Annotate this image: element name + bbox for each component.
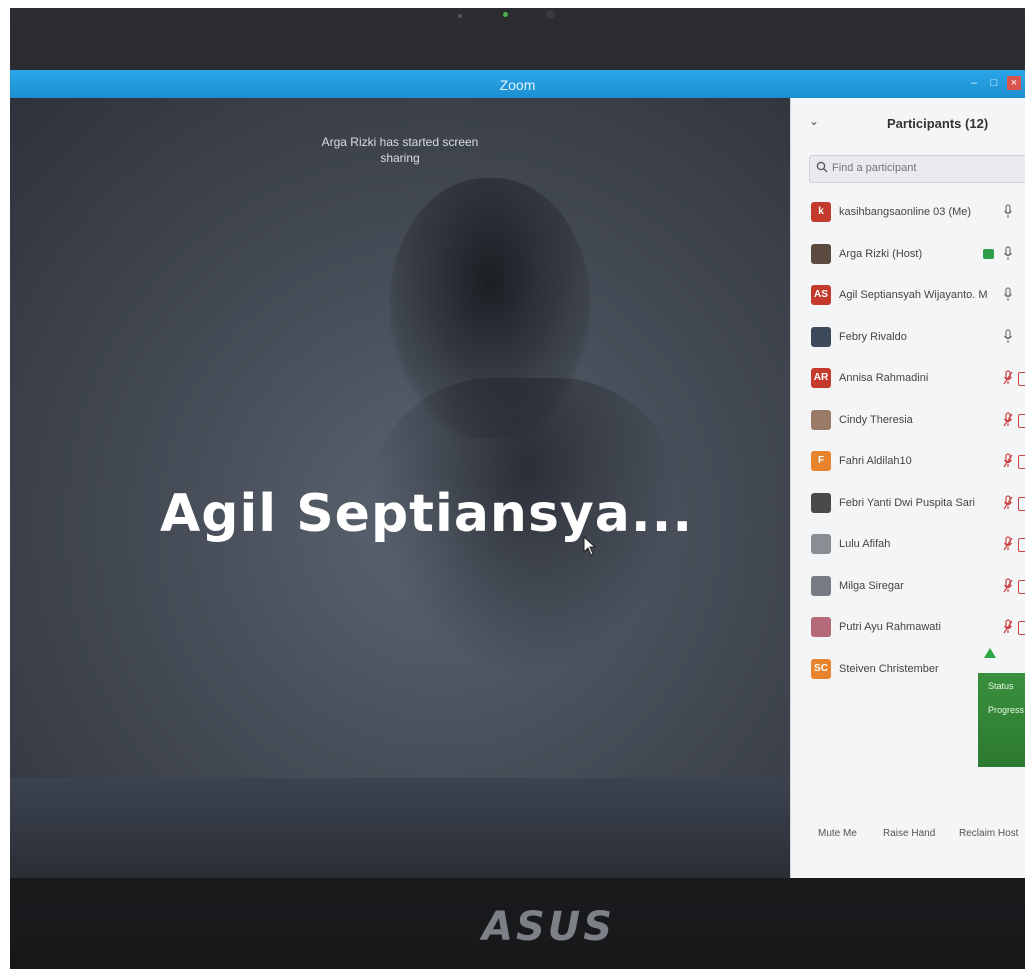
mic-icon[interactable]: [1003, 204, 1013, 220]
participant-row[interactable]: k kasihbangsaonline 03 (Me): [791, 193, 1025, 235]
participant-name: kasihbangsaonline 03 (Me): [839, 206, 972, 218]
video-off-icon[interactable]: [1018, 538, 1025, 552]
participant-row[interactable]: F Fahri Aldilah10: [791, 442, 1025, 484]
webcam-lens: [546, 10, 555, 19]
participant-avatar-photo: [811, 617, 831, 637]
video-off-icon[interactable]: [1018, 579, 1025, 594]
mic-icon[interactable]: [1003, 245, 1013, 262]
window-titlebar: Zoom – □ ×: [10, 70, 1025, 98]
participant-avatar-photo: [811, 492, 831, 513]
participants-header: ⌄ Participants (12): [791, 98, 1025, 146]
laptop-brand-logo: ASUS: [482, 904, 616, 950]
participant-avatar: SC: [811, 658, 831, 679]
participant-avatar-photo: [811, 534, 831, 554]
participant-row[interactable]: Febry Rivaldo: [791, 318, 1025, 360]
active-speaker-name: Agil Septiansya...: [160, 484, 694, 544]
participant-name: Febry Rivaldo: [839, 330, 907, 343]
participant-name: Febri Yanti Dwi Puspita Sari: [839, 496, 975, 509]
participant-name: Agil Septiansyah Wijayanto. M: [839, 289, 988, 301]
participant-avatar-photo: [811, 243, 831, 264]
mic-muted-icon[interactable]: [1003, 619, 1013, 635]
screen-share-view[interactable]: Arga Rizki has started screen sharing Ag…: [10, 98, 790, 878]
screen-share-icon: [983, 248, 994, 259]
mouse-cursor-icon: [583, 536, 597, 556]
participant-avatar: F: [811, 451, 831, 471]
mic-muted-icon[interactable]: [1003, 494, 1013, 511]
participant-row[interactable]: Cindy Theresia: [791, 401, 1025, 443]
raise-hand-button[interactable]: Raise Hand: [883, 828, 935, 839]
participant-row[interactable]: Milga Siregar: [791, 567, 1025, 609]
participant-name: Arga Rizki (Host): [839, 247, 923, 260]
participant-row[interactable]: Arga Rizki (Host): [791, 235, 1025, 277]
participant-list: k kasihbangsaonline 03 (Me) Arga Rizki (Ho…: [791, 193, 1025, 691]
mute-me-button[interactable]: Mute Me: [818, 828, 857, 839]
participant-search[interactable]: [809, 155, 1025, 183]
participant-name: Steiven Christember: [839, 662, 939, 675]
participant-row[interactable]: AR Annisa Rahmadini: [791, 359, 1025, 401]
participant-name: Milga Siregar: [839, 579, 904, 592]
webcam-sensor: [458, 14, 462, 18]
mic-muted-icon[interactable]: [1003, 453, 1013, 469]
participants-title: Participants (12): [887, 116, 989, 131]
progress-label: Progress: [988, 705, 1025, 715]
participant-name: Lulu Afifah: [839, 538, 891, 550]
status-label: Status: [988, 681, 1014, 691]
participant-avatar-photo: [811, 326, 831, 347]
video-off-icon[interactable]: [1018, 455, 1025, 469]
participant-row[interactable]: Putri Ayu Rahmawati: [791, 608, 1025, 650]
window-controls: – □ ×: [967, 76, 1021, 90]
participant-avatar-photo: [811, 409, 831, 430]
window-title: Zoom: [499, 77, 536, 93]
share-view-lower-band: [10, 778, 790, 878]
close-icon[interactable]: ×: [1007, 76, 1021, 90]
minimize-icon[interactable]: –: [967, 76, 981, 90]
participant-avatar-photo: [811, 575, 831, 596]
status-progress-tile[interactable]: Status Progress: [978, 673, 1025, 767]
participant-avatar: k: [811, 202, 831, 222]
status-arrow-icon: [984, 648, 996, 658]
video-off-icon[interactable]: [1018, 372, 1025, 386]
video-off-icon[interactable]: [1018, 413, 1025, 428]
participant-name: Fahri Aldilah10: [839, 455, 912, 467]
participant-row[interactable]: Lulu Afifah: [791, 525, 1025, 567]
share-started-notice: Arga Rizki has started screen sharing: [321, 135, 479, 165]
mic-icon[interactable]: [1003, 287, 1013, 303]
search-icon: [816, 161, 828, 173]
participant-avatar: AS: [811, 285, 831, 305]
participant-row[interactable]: AS Agil Septiansyah Wijayanto. M: [791, 276, 1025, 318]
participants-panel: ⌄ Participants (12) k kasihbangsaonline 0…: [790, 98, 1025, 878]
participant-avatar: AR: [811, 368, 831, 388]
video-off-icon[interactable]: [1018, 621, 1025, 635]
mic-icon[interactable]: [1003, 328, 1013, 345]
participant-name: Annisa Rahmadini: [839, 372, 929, 384]
maximize-icon[interactable]: □: [987, 76, 1001, 90]
webcam-indicator-light: [503, 12, 508, 17]
participants-footer: Mute Me Raise Hand Reclaim Host: [791, 818, 1025, 858]
mic-muted-icon[interactable]: [1003, 411, 1013, 428]
participant-name: Cindy Theresia: [839, 413, 913, 426]
participant-row[interactable]: Febri Yanti Dwi Puspita Sari: [791, 484, 1025, 526]
reclaim-host-button[interactable]: Reclaim Host: [959, 828, 1018, 839]
chevron-down-icon[interactable]: ⌄: [809, 114, 819, 128]
mic-muted-icon[interactable]: [1003, 577, 1013, 594]
video-off-icon[interactable]: [1018, 496, 1025, 511]
laptop-screen: Zoom – □ × Arga Rizki has started screen…: [10, 70, 1025, 878]
participant-name: Putri Ayu Rahmawati: [839, 621, 941, 633]
search-input[interactable]: [832, 159, 1022, 177]
mic-muted-icon[interactable]: [1003, 370, 1013, 386]
mic-muted-icon[interactable]: [1003, 536, 1013, 552]
